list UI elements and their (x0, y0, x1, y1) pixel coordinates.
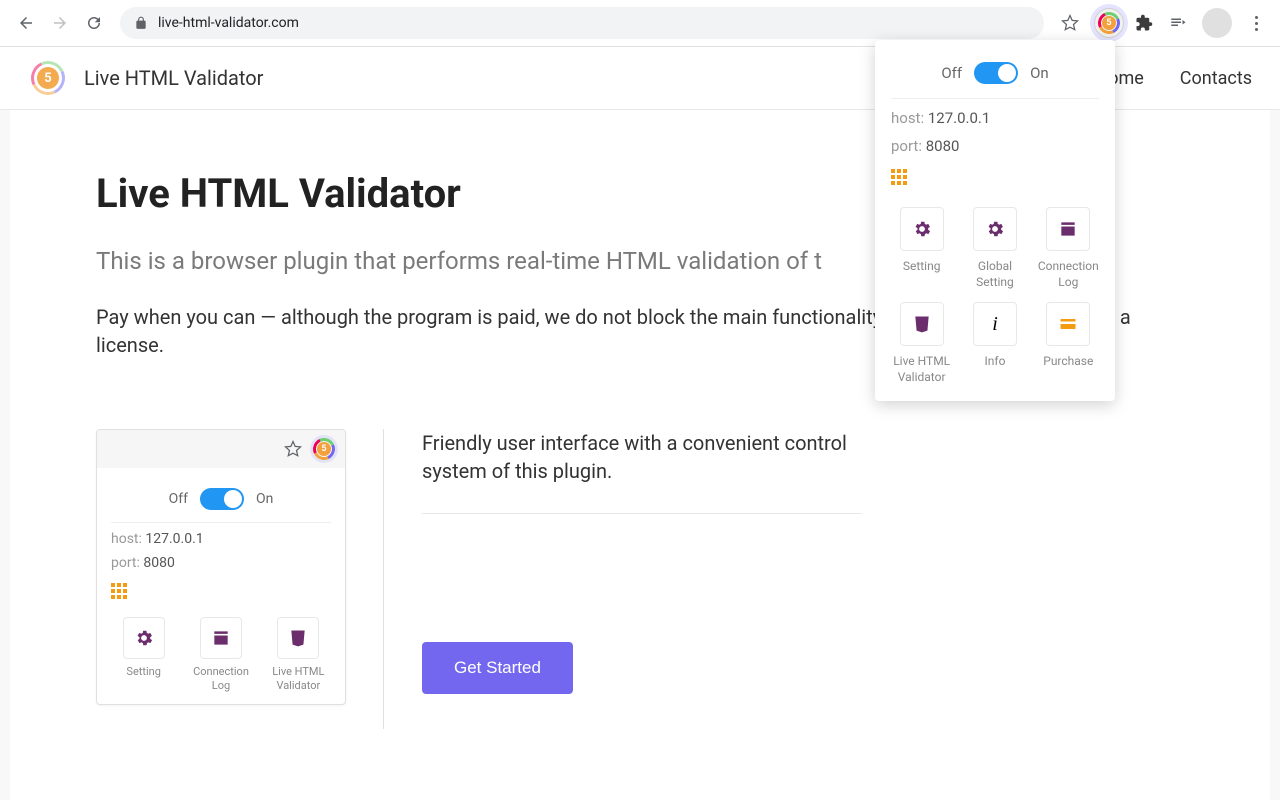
url-text: live-html-validator.com (158, 15, 299, 31)
gear-icon (912, 219, 932, 239)
address-bar[interactable]: live-html-validator.com (120, 7, 1044, 39)
popup-toggle[interactable] (974, 62, 1018, 84)
mini-tile-validator: Live HTML Validator (266, 617, 331, 694)
card-icon (1058, 314, 1078, 334)
mini-tile-setting: Setting (111, 617, 176, 694)
mini-extension-icon: 5 (313, 438, 335, 460)
tile-label: Setting (891, 259, 952, 275)
bookmark-star-icon[interactable] (1056, 9, 1084, 37)
browser-menu-icon[interactable] (1244, 16, 1268, 31)
gear-icon (985, 219, 1005, 239)
grid-icon (111, 583, 331, 599)
mini-off-label: Off (169, 491, 188, 507)
mini-port-line: port: 8080 (111, 555, 331, 571)
lock-icon (134, 16, 148, 30)
header-nav: Home Contacts (1095, 68, 1252, 89)
popup-toggle-row: Off On (891, 56, 1099, 99)
popup-on-label: On (1030, 64, 1049, 82)
popup-tile-purchase[interactable]: Purchase (1038, 302, 1099, 385)
tile-label: Purchase (1038, 354, 1099, 370)
tile-label: Info (964, 354, 1025, 370)
extension-popup: Off On host: 127.0.0.1 port: 8080 Settin… (875, 40, 1115, 401)
back-button[interactable] (12, 9, 40, 37)
feature-description: Friendly user interface with a convenien… (422, 429, 862, 514)
shield-icon (912, 314, 932, 334)
mini-toggle-row: Off On (111, 482, 331, 523)
popup-host-line: host: 127.0.0.1 (891, 109, 1099, 127)
mini-toggle (200, 488, 244, 510)
extension-icon[interactable]: 5 (1094, 8, 1124, 38)
get-started-button[interactable]: Get Started (422, 642, 573, 694)
reload-button[interactable] (80, 9, 108, 37)
info-icon: i (992, 313, 998, 336)
nav-contacts[interactable]: Contacts (1180, 68, 1252, 89)
popup-tile-setting[interactable]: Setting (891, 207, 952, 290)
tile-label: Global Setting (964, 259, 1025, 290)
star-icon (283, 439, 303, 459)
feature-screenshot: 5 Off On host: 127.0.0.1 port: 8080 (96, 429, 384, 729)
feature-row: 5 Off On host: 127.0.0.1 port: 8080 (96, 429, 1184, 729)
popup-tile-info[interactable]: i Info (964, 302, 1025, 385)
profile-avatar[interactable] (1202, 8, 1232, 38)
popup-tile-connection-log[interactable]: Connection Log (1038, 207, 1099, 290)
mini-on-label: On (256, 491, 273, 507)
popup-off-label: Off (941, 64, 962, 82)
popup-tile-global-setting[interactable]: Global Setting (964, 207, 1025, 290)
log-icon (211, 628, 231, 648)
log-icon (1058, 219, 1078, 239)
shield-icon (288, 628, 308, 648)
popup-tile-validator[interactable]: Live HTML Validator (891, 302, 952, 385)
mini-tile-connection-log: Connection Log (188, 617, 253, 694)
forward-button[interactable] (46, 9, 74, 37)
grid-icon[interactable] (891, 169, 1099, 185)
site-logo[interactable]: 5 (28, 58, 68, 98)
popup-port-line: port: 8080 (891, 137, 1099, 155)
media-control-icon[interactable] (1164, 9, 1192, 37)
feature-text: Friendly user interface with a convenien… (384, 429, 1184, 729)
tile-label: Live HTML Validator (891, 354, 952, 385)
gear-icon (134, 628, 154, 648)
tile-label: Connection Log (1038, 259, 1099, 290)
extensions-puzzle-icon[interactable] (1130, 9, 1158, 37)
mini-host-line: host: 127.0.0.1 (111, 531, 331, 547)
